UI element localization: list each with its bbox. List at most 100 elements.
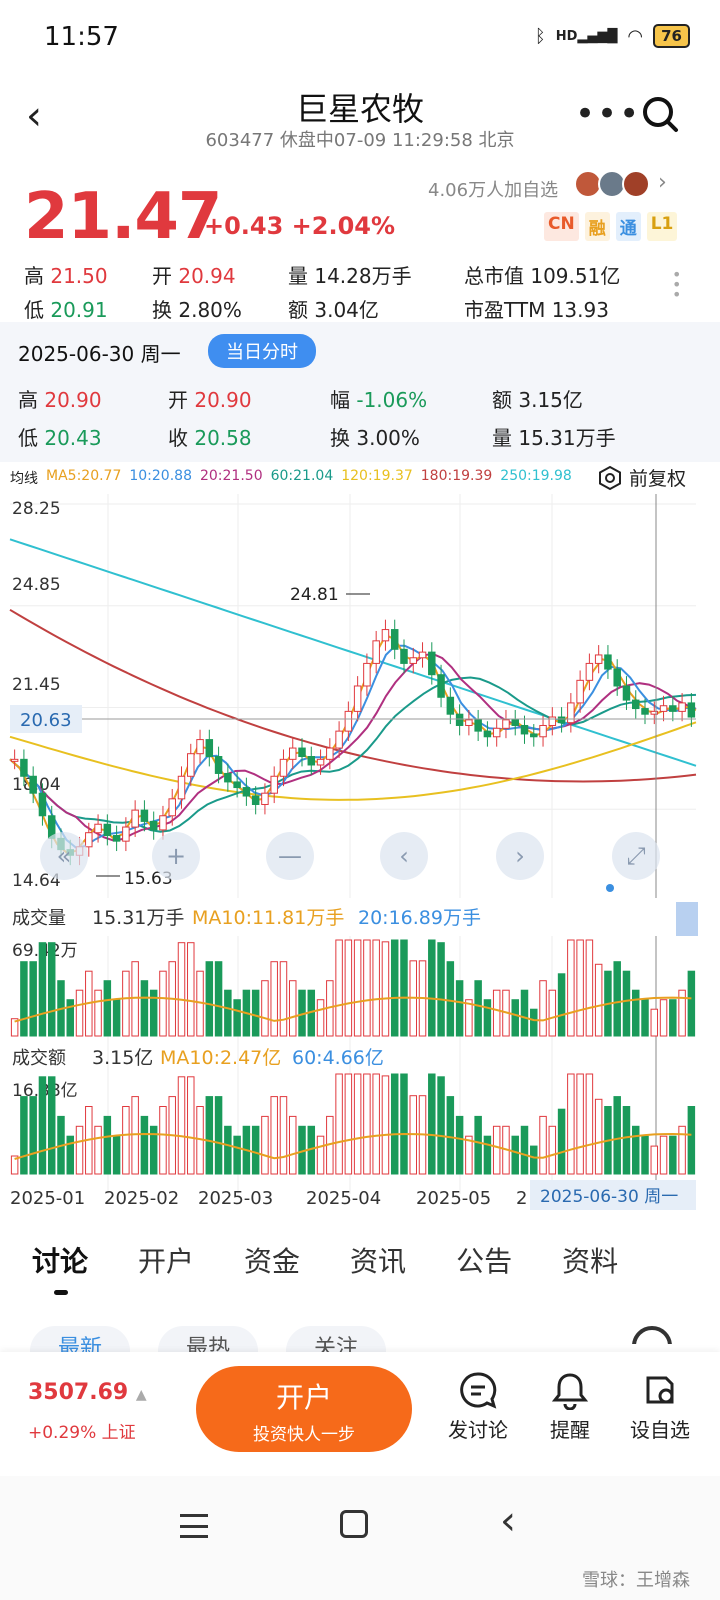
candle xyxy=(530,733,538,738)
adjust-toggle[interactable]: 前复权 xyxy=(597,464,686,491)
post-discussion-button[interactable]: 发讨论 xyxy=(438,1370,518,1443)
candle xyxy=(251,795,260,805)
volume-bar xyxy=(585,1073,594,1175)
chart-control-4[interactable]: › xyxy=(496,832,544,880)
volume-bar xyxy=(344,1073,353,1175)
current-price: 21.47 xyxy=(24,180,222,254)
add-watchlist-button[interactable]: 设自选 xyxy=(620,1370,700,1443)
chart-control-2[interactable]: — xyxy=(266,832,314,880)
candle xyxy=(669,705,677,712)
volume-bar xyxy=(38,942,47,1037)
candle xyxy=(131,809,139,828)
day-summary: 2025-06-30 周一 当日分时 高 20.90 开 20.90 幅 -1.06… xyxy=(0,322,720,462)
volume-bar xyxy=(288,1115,297,1175)
volume-bar xyxy=(548,1125,557,1175)
watcher-avatars[interactable]: › xyxy=(574,170,667,198)
volume-bar xyxy=(353,939,362,1037)
volume-bar xyxy=(381,941,390,1037)
volume-legend: MA10:11.81万手 xyxy=(192,907,344,929)
stat-item: 幅 -1.06% xyxy=(330,384,427,413)
stat-item: 换 2.80% xyxy=(152,294,242,323)
volume-bar xyxy=(641,999,649,1037)
candle xyxy=(548,716,557,726)
price-axis-label: 24.85 xyxy=(12,575,61,595)
alert-label: 提醒 xyxy=(550,1418,590,1442)
status-icons: ᛒ HD▂▄▆█ ◠ 76 xyxy=(535,24,690,48)
alert-button[interactable]: 提醒 xyxy=(530,1370,610,1443)
candle xyxy=(270,775,278,794)
candle xyxy=(168,798,176,817)
volume-bar xyxy=(400,939,408,1037)
volume-bar xyxy=(344,939,353,1037)
subtab-1[interactable]: 最热 xyxy=(158,1326,258,1352)
chat-icon xyxy=(460,1372,497,1409)
volume-bar xyxy=(483,999,492,1037)
volume-bar xyxy=(122,1106,130,1175)
stat-key: 额 xyxy=(492,388,512,412)
volume-bar xyxy=(483,1135,492,1175)
chart-control-3[interactable]: ‹ xyxy=(380,832,428,880)
stat-item: 高 20.90 xyxy=(18,384,102,413)
stat-item: 开 20.94 xyxy=(152,260,236,289)
stat-value: 2.80% xyxy=(178,298,242,322)
chart-control-5[interactable]: ⤢ xyxy=(612,832,660,880)
tab-5[interactable]: 资料 xyxy=(562,1240,618,1280)
kline-chart[interactable]: 28.2524.8521.4518.0414.6420.6324.8115.63… xyxy=(0,494,720,1214)
volume-bar xyxy=(631,989,640,1037)
date-axis-label: 2025-01 xyxy=(10,1188,85,1209)
candle xyxy=(678,702,686,712)
svg-text:›: › xyxy=(515,842,525,870)
index-value[interactable]: 3507.69 ▲ xyxy=(28,1380,147,1405)
open-account-button[interactable]: 开户 投资快人一步 xyxy=(196,1366,412,1452)
volume-bar xyxy=(140,980,149,1037)
tab-3[interactable]: 资讯 xyxy=(350,1240,406,1280)
more-vertical-icon[interactable]: • • • xyxy=(672,267,681,303)
tab-1[interactable]: 开户 xyxy=(138,1240,194,1280)
stat-item: 总市值 109.51亿 xyxy=(464,260,620,289)
stat-item: 低 20.43 xyxy=(18,422,102,451)
date-axis-label: 2 xyxy=(516,1188,527,1209)
chevron-right-icon[interactable]: › xyxy=(658,170,667,198)
volume-legend: 15.31万手 xyxy=(92,907,184,929)
candle xyxy=(233,781,241,789)
settings-hex-icon xyxy=(598,465,621,490)
svg-text:‹: ‹ xyxy=(399,842,409,870)
watch-count[interactable]: 4.06万人加自选 xyxy=(428,176,558,202)
chart-control-0[interactable]: « xyxy=(40,832,88,880)
post-label: 发讨论 xyxy=(448,1418,508,1442)
volume-bar xyxy=(539,980,547,1037)
volume-bar xyxy=(261,1115,269,1175)
tab-0[interactable]: 讨论 xyxy=(32,1240,88,1280)
subtab-2[interactable]: 关注 xyxy=(286,1326,386,1352)
tab-2[interactable]: 资金 xyxy=(244,1240,300,1280)
candle xyxy=(390,629,399,650)
candle xyxy=(604,654,612,670)
price-axis-label: 21.45 xyxy=(12,675,61,695)
stat-value: 109.51亿 xyxy=(530,264,621,288)
chart-control-1[interactable]: + xyxy=(152,832,200,880)
home-icon[interactable] xyxy=(340,1510,368,1538)
volume-bar xyxy=(224,1125,232,1175)
candle xyxy=(659,705,668,712)
more-icon[interactable]: ••• xyxy=(575,94,641,134)
candle xyxy=(492,727,501,738)
intraday-button[interactable]: 当日分时 xyxy=(208,334,316,368)
menu-icon[interactable] xyxy=(180,1514,208,1538)
tab-4[interactable]: 公告 xyxy=(456,1240,512,1280)
adjust-label: 前复权 xyxy=(628,468,686,490)
candle xyxy=(511,719,519,726)
candle xyxy=(381,629,390,642)
volume-bar xyxy=(622,1106,631,1175)
search-icon[interactable] xyxy=(640,94,680,134)
volume-bar xyxy=(372,1073,380,1175)
back-nav-icon[interactable]: ‹ xyxy=(500,1498,516,1544)
collapse-tab[interactable] xyxy=(676,902,698,936)
svg-text:—: — xyxy=(278,842,302,870)
volume-bar xyxy=(687,970,696,1037)
stat-item: 高 21.50 xyxy=(24,260,108,289)
stat-value: 20.90 xyxy=(194,388,252,412)
subtab-0[interactable]: 最新 xyxy=(30,1326,130,1352)
volume-bar xyxy=(103,1115,112,1175)
volume-bar xyxy=(631,1125,640,1175)
volume-bar xyxy=(548,989,557,1037)
